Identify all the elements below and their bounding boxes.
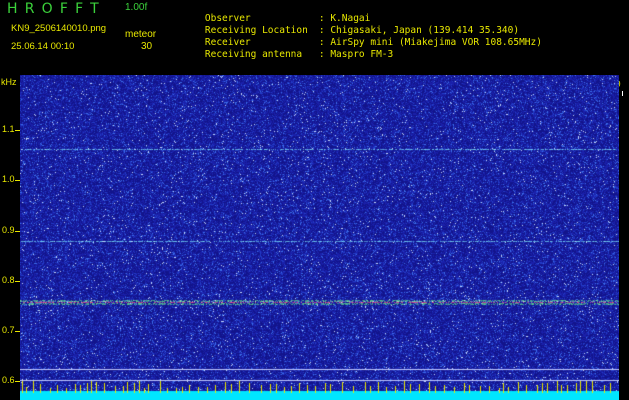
y-axis-unit: kHz xyxy=(1,77,17,87)
app-version: 1.00f xyxy=(125,2,148,13)
y-tick-label: 0.6 xyxy=(2,375,15,385)
info-row-antenna: Receiving antenna : Maspro FM-3 xyxy=(182,40,393,69)
image-filename: KN9_2506140010.png xyxy=(11,23,107,34)
meteor-count: 30 xyxy=(141,41,153,52)
observation-datetime: 25.06.14 00:10 xyxy=(11,41,75,52)
y-tick-label: 1.0 xyxy=(2,174,15,184)
meteor-label: meteor xyxy=(125,29,157,40)
spectrogram-canvas xyxy=(20,75,619,400)
y-tick-label: 0.9 xyxy=(2,225,15,235)
y-tick-label: 0.8 xyxy=(2,275,15,285)
y-tick-label: 1.1 xyxy=(2,124,15,134)
info-value-antenna: : Maspro FM-3 xyxy=(318,48,394,60)
header-panel: HROFFT 1.00f KN9_2506140010.png meteor 2… xyxy=(0,0,629,74)
y-tick-label: 0.7 xyxy=(2,325,15,335)
app-title: HROFFT xyxy=(7,1,106,17)
x-tick-mark xyxy=(622,91,624,96)
info-label-antenna: Receiving antenna xyxy=(204,48,303,60)
spectrogram-plot xyxy=(20,75,619,400)
